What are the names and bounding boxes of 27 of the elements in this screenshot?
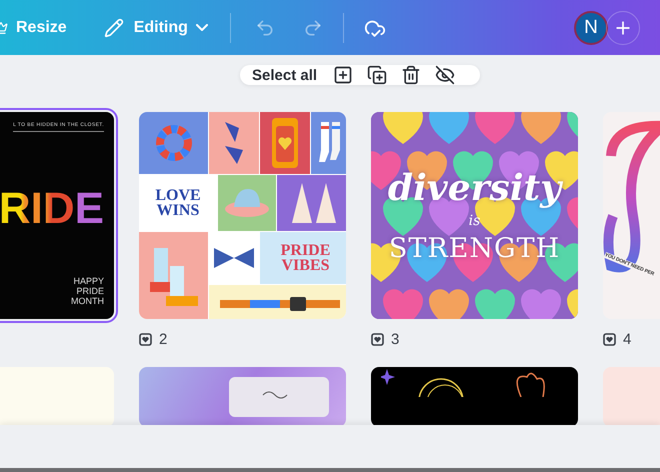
select-all-button[interactable]: Select all	[252, 66, 318, 84]
design-card[interactable]: LOVE WINS PRIDE VIBES	[139, 112, 346, 319]
page-count: 2	[159, 330, 168, 348]
poster-word: is	[468, 213, 480, 229]
page-count: 4	[623, 330, 632, 348]
duplicate-icon[interactable]	[367, 65, 388, 85]
phone-drawing	[270, 116, 300, 170]
pencil-icon	[104, 18, 124, 38]
poster-headline: STRENGTH	[388, 233, 560, 264]
add-page-icon[interactable]	[333, 65, 354, 85]
chevron-down-icon	[196, 24, 208, 31]
design-card[interactable]	[139, 367, 346, 425]
add-button[interactable]	[606, 10, 640, 44]
collage-slogan: LOVE WINS	[155, 188, 201, 218]
pages-icon	[371, 332, 384, 346]
poster-headline: diversity	[388, 167, 562, 209]
pages-icon	[139, 332, 152, 346]
page-count: 3	[391, 330, 400, 348]
eye-off-icon[interactable]	[435, 65, 456, 85]
collage-slogan: PRIDE VIBES	[280, 242, 330, 274]
poster-footer: HAPPY PRIDE MONTH	[71, 277, 104, 307]
trash-icon[interactable]	[401, 65, 422, 85]
user-avatar[interactable]: N	[574, 10, 608, 44]
pages-icon	[603, 332, 616, 346]
design-card[interactable]: diversity is STRENGTH	[371, 112, 578, 319]
bowtie-drawing	[212, 246, 256, 270]
design-card[interactable]	[371, 367, 578, 425]
